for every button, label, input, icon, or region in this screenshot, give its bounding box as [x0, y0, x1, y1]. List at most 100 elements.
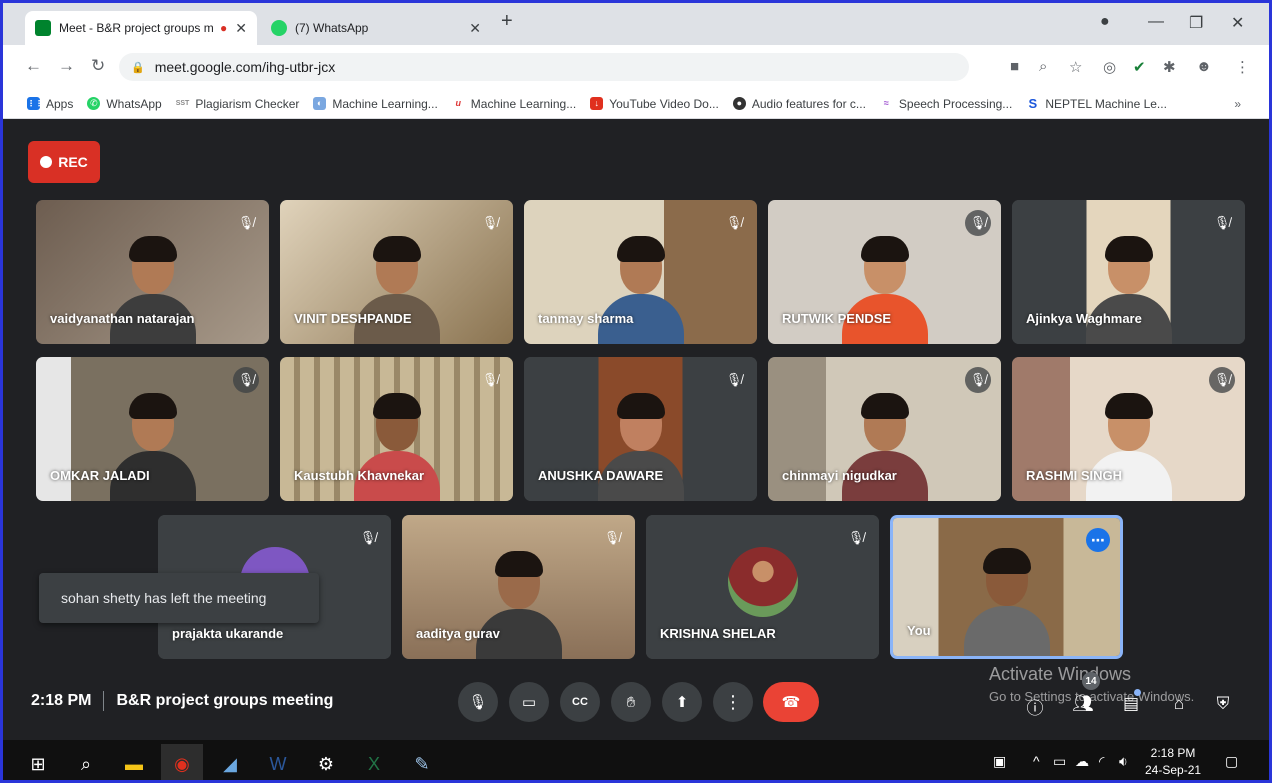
- start-button[interactable]: ⊞: [17, 744, 59, 780]
- star-icon[interactable]: ☆: [1069, 58, 1082, 76]
- volume-icon[interactable]: 🔉︎: [1119, 753, 1128, 770]
- mic-off-icon: 🎙︎̸: [233, 367, 259, 393]
- minimize-icon[interactable]: —: [1148, 13, 1164, 31]
- participant-video: [597, 393, 684, 501]
- participant-tile[interactable]: 🎙︎̸ KRISHNA SHELAR: [646, 515, 879, 659]
- settings-button[interactable]: ⚙: [305, 744, 347, 780]
- back-icon[interactable]: ←: [25, 56, 42, 76]
- meeting-title[interactable]: B&R project groups meeting: [116, 692, 333, 710]
- people-icon[interactable]: 👥︎: [1071, 694, 1095, 714]
- participant-name: Kaustubh Khavnekar: [294, 468, 425, 483]
- profile-icon[interactable]: ●: [1100, 13, 1110, 31]
- notification-toast: sohan shetty has left the meeting: [39, 573, 319, 623]
- address-bar[interactable]: 🔒 meet.google.com/ihg-utbr-jcx: [119, 53, 969, 81]
- captions-button[interactable]: CC: [560, 682, 600, 722]
- participant-tile[interactable]: 🎙︎̸ ANUSHKA DAWARE: [524, 357, 757, 501]
- close-window-icon[interactable]: ✕: [1231, 13, 1244, 33]
- browser-toolbar: ← → ↻ 🔒 meet.google.com/ihg-utbr-jcx ■ ⌕…: [3, 45, 1269, 89]
- bookmark-apps[interactable]: ⋮⋮ Apps: [27, 97, 73, 111]
- participant-tile[interactable]: 🎙︎̸ RASHMI SINGH: [1012, 357, 1245, 501]
- more-options-icon[interactable]: ⋯: [1086, 528, 1110, 552]
- search-button[interactable]: ⌕: [65, 744, 107, 780]
- participant-tile[interactable]: 🎙︎̸ RUTWIK PENDSE: [768, 200, 1001, 344]
- participant-video: [475, 551, 562, 659]
- onedrive-icon[interactable]: ☁: [1075, 753, 1089, 770]
- participant-video: [597, 236, 684, 344]
- participant-tile[interactable]: 🎙︎̸ Kaustubh Khavnekar: [280, 357, 513, 501]
- news-icon[interactable]: ▣: [993, 753, 1006, 770]
- tab-whatsapp[interactable]: (7) WhatsApp ✕: [261, 11, 491, 45]
- chat-icon[interactable]: ▤: [1119, 694, 1143, 714]
- participant-tile[interactable]: 🎙︎̸ aaditya gurav: [402, 515, 635, 659]
- show-hidden-icons[interactable]: ^: [1033, 753, 1040, 769]
- participant-tile[interactable]: 🎙︎̸ tanmay sharma: [524, 200, 757, 344]
- microphone-button[interactable]: 🎙︎: [458, 682, 498, 722]
- participant-tile[interactable]: 🎙︎̸ chinmayi nigudkar: [768, 357, 1001, 501]
- paint-button[interactable]: ✎: [401, 744, 443, 780]
- participant-tile[interactable]: 🎙︎̸ VINIT DESHPANDE: [280, 200, 513, 344]
- participant-tile[interactable]: 🎙︎̸ vaidyanathan natarajan: [36, 200, 269, 344]
- avatar: [727, 547, 798, 617]
- forward-icon[interactable]: →: [58, 56, 75, 76]
- mic-off-icon: 🎙︎̸: [847, 530, 865, 545]
- wifi-icon[interactable]: ◜: [1099, 753, 1104, 770]
- tab-meet-title: Meet - B&R project groups m: [59, 21, 214, 35]
- word-button[interactable]: W: [257, 744, 299, 780]
- mic-off-icon: 🎙︎̸: [237, 215, 255, 230]
- self-view-tile[interactable]: ⋯ You: [890, 515, 1123, 659]
- bookmark-youtube-dl[interactable]: ↓ YouTube Video Do...: [590, 97, 719, 111]
- file-explorer-button[interactable]: ▬: [113, 744, 155, 780]
- host-controls-icon[interactable]: ⛨: [1211, 694, 1235, 714]
- bookmarks-overflow-icon[interactable]: »: [1234, 97, 1241, 111]
- app-button[interactable]: ◢: [209, 744, 251, 780]
- camera-icon[interactable]: ■: [1010, 58, 1019, 75]
- more-options-button[interactable]: ⋮: [713, 682, 753, 722]
- notifications-icon[interactable]: ▢: [1225, 753, 1238, 770]
- close-tab-whatsapp-icon[interactable]: ✕: [469, 20, 481, 37]
- github-icon: ●: [732, 97, 746, 110]
- bookmark-whatsapp[interactable]: ✆ WhatsApp: [87, 97, 162, 111]
- bookmark-ml-1[interactable]: ◐ Machine Learning...: [313, 97, 438, 111]
- speech-icon: ≈: [883, 98, 889, 108]
- meeting-info: 2:18 PM B&R project groups meeting: [31, 691, 333, 711]
- participant-name: You: [907, 623, 931, 638]
- leave-call-button[interactable]: ☎: [763, 682, 819, 722]
- participant-tile[interactable]: 🎙︎̸ Ajinkya Waghmare: [1012, 200, 1245, 344]
- raise-hand-button[interactable]: ✋︎: [611, 682, 651, 722]
- menu-kebab-icon[interactable]: ⋮: [1235, 58, 1250, 76]
- restore-icon[interactable]: ❐: [1189, 13, 1203, 33]
- new-message-dot: [1134, 689, 1141, 696]
- mic-off-icon: 🎙︎̸: [725, 215, 743, 230]
- recording-badge: REC: [28, 141, 100, 183]
- new-tab-button[interactable]: +: [501, 10, 513, 33]
- bookmark-plagiarism[interactable]: SST Plagiarism Checker: [176, 97, 300, 111]
- bookmark-audio-features[interactable]: ● Audio features for c...: [732, 97, 866, 111]
- participant-name: vaidyanathan natarajan: [50, 311, 195, 326]
- bookmark-ml-2[interactable]: u Machine Learning...: [452, 97, 577, 111]
- battery-icon[interactable]: ▭: [1053, 753, 1066, 770]
- tab-meet[interactable]: Meet - B&R project groups m ● ✕: [25, 11, 257, 45]
- participant-tile[interactable]: 🎙︎̸ OMKAR JALADI: [36, 357, 269, 501]
- excel-button[interactable]: X: [353, 744, 395, 780]
- mic-off-icon: 🎙︎̸: [1213, 215, 1231, 230]
- video-camera-icon: ▭: [521, 694, 537, 711]
- hang-up-icon: ☎: [781, 694, 801, 711]
- close-tab-meet-icon[interactable]: ✕: [235, 20, 247, 37]
- reload-icon[interactable]: ↻: [91, 56, 105, 76]
- check-extension-icon[interactable]: ✔: [1133, 58, 1146, 76]
- paint-icon: ✎: [414, 753, 430, 774]
- taskbar-clock[interactable]: 2:18 PM 24-Sep-21: [1145, 745, 1201, 779]
- extension-circle-icon[interactable]: ◎: [1103, 58, 1116, 76]
- bookmark-neptel[interactable]: S NEPTEL Machine Le...: [1026, 97, 1166, 111]
- recording-indicator-icon: ●: [220, 21, 228, 35]
- present-button[interactable]: ⬆: [662, 682, 702, 722]
- mic-off-icon: 🎙︎̸: [359, 530, 377, 545]
- zoom-icon[interactable]: ⌕: [1039, 58, 1047, 75]
- chrome-button[interactable]: ◉: [161, 744, 203, 780]
- activities-icon[interactable]: ⌂: [1167, 694, 1191, 714]
- puzzle-icon[interactable]: ✱: [1163, 58, 1176, 76]
- info-icon[interactable]: ⓘ: [1023, 694, 1047, 719]
- user-avatar-icon[interactable]: ☻: [1196, 58, 1212, 75]
- camera-button[interactable]: ▭: [509, 682, 549, 722]
- bookmark-speech[interactable]: ≈ Speech Processing...: [880, 97, 1012, 111]
